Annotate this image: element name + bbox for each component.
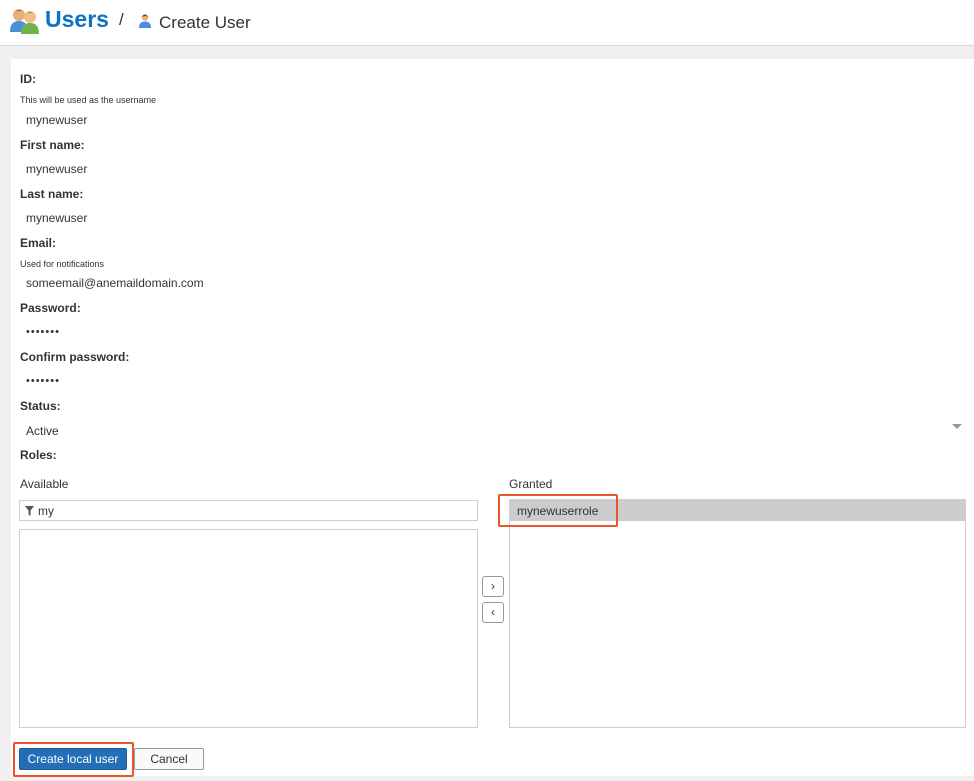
user-icon bbox=[139, 14, 151, 28]
email-label: Email: bbox=[20, 236, 57, 250]
cancel-button[interactable]: Cancel bbox=[134, 748, 204, 770]
status-select[interactable]: Active bbox=[26, 424, 59, 438]
roles-filter-input[interactable]: my bbox=[19, 500, 478, 521]
grant-role-button[interactable]: › bbox=[482, 576, 504, 597]
status-label: Status: bbox=[20, 399, 61, 413]
breadcrumb-users-link[interactable]: Users bbox=[45, 6, 109, 33]
confirm-password-field[interactable]: ••••••• bbox=[26, 375, 60, 387]
chevron-down-icon[interactable] bbox=[952, 424, 962, 429]
id-field[interactable]: mynewuser bbox=[26, 113, 87, 127]
last-name-field[interactable]: mynewuser bbox=[26, 211, 87, 225]
id-hint: This will be used as the username bbox=[20, 95, 157, 105]
granted-roles-list[interactable] bbox=[509, 499, 966, 728]
revoke-role-button[interactable]: ‹ bbox=[482, 602, 504, 623]
create-button-highlight bbox=[13, 742, 134, 777]
email-field[interactable]: someemail@anemaildomain.com bbox=[26, 276, 204, 290]
available-roles-label: Available bbox=[20, 477, 69, 491]
breadcrumb-current: Create User bbox=[159, 13, 251, 32]
password-label: Password: bbox=[20, 301, 81, 315]
granted-role-highlight bbox=[498, 494, 618, 527]
users-icon bbox=[10, 9, 39, 34]
page-header: Users / Create User bbox=[0, 0, 974, 46]
first-name-field[interactable]: mynewuser bbox=[26, 162, 87, 176]
roles-filter-value: my bbox=[38, 504, 54, 518]
first-name-label: First name: bbox=[20, 138, 85, 152]
roles-label: Roles: bbox=[20, 448, 57, 462]
last-name-label: Last name: bbox=[20, 187, 84, 201]
confirm-password-label: Confirm password: bbox=[20, 350, 130, 364]
available-roles-list[interactable] bbox=[19, 529, 478, 728]
password-field[interactable]: ••••••• bbox=[26, 326, 60, 338]
filter-icon bbox=[25, 506, 34, 516]
id-label: ID: bbox=[20, 72, 36, 86]
breadcrumb-separator: / bbox=[119, 10, 124, 29]
email-hint: Used for notifications bbox=[20, 259, 105, 269]
granted-roles-label: Granted bbox=[509, 477, 553, 491]
